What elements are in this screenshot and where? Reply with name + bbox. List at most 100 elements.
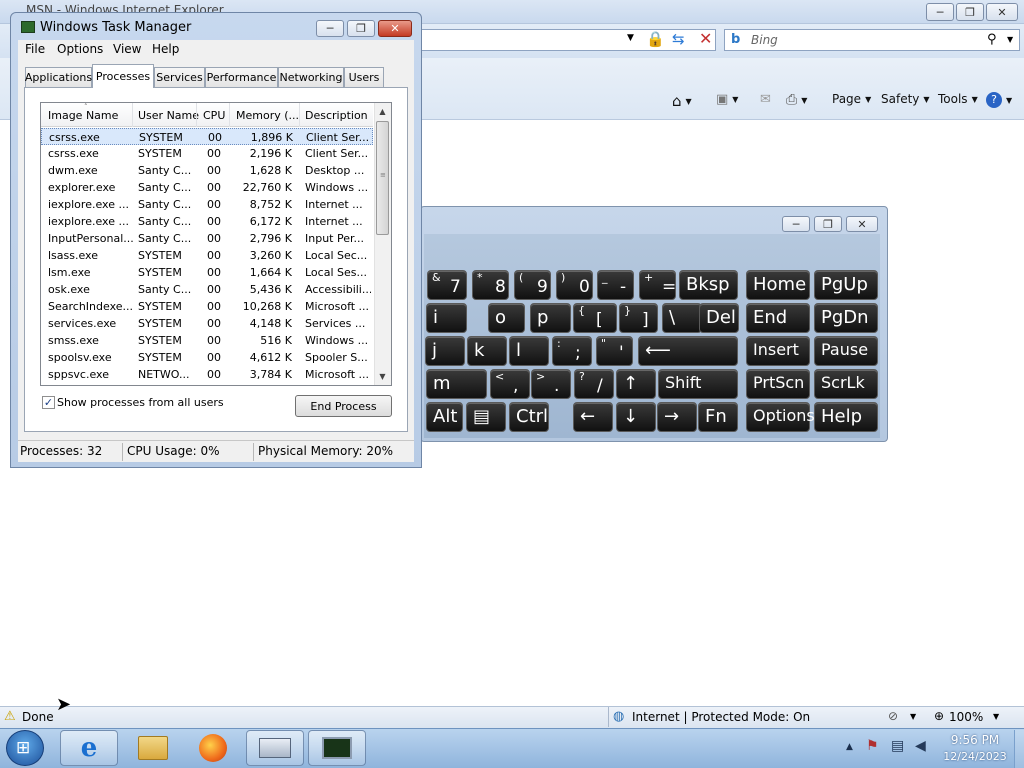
osk-key[interactable]: ← [573, 402, 613, 432]
osk-key[interactable]: >. [531, 369, 571, 399]
osk-key[interactable]: PgUp [814, 270, 878, 300]
table-row[interactable]: dwm.exe Santy C... 00 1,628 K Desktop ... [41, 162, 373, 179]
osk-key[interactable]: m [426, 369, 487, 399]
osk-key[interactable]: End [746, 303, 810, 333]
table-row[interactable]: iexplore.exe ... Santy C... 00 8,752 K Inter… [41, 196, 373, 213]
table-row[interactable]: csrss.exe SYSTEM 00 2,196 K Client Ser... [41, 145, 373, 162]
help-menu[interactable]: ? ▼ [986, 92, 1012, 108]
osk-key[interactable]: Shift [658, 369, 738, 399]
osk-key[interactable]: Del [699, 303, 739, 333]
menu-help[interactable]: Help [152, 42, 179, 56]
osk-key[interactable]: Bksp [679, 270, 738, 300]
table-row[interactable]: services.exe SYSTEM 00 4,148 K Services ... [41, 315, 373, 332]
osk-key[interactable]: :; [552, 336, 592, 366]
table-row[interactable]: explorer.exe Santy C... 00 22,760 K Windows … [41, 179, 373, 196]
table-row[interactable]: InputPersonal... Santy C... 00 2,796 K Input… [41, 230, 373, 247]
clock-date[interactable]: 12/24/2023 [940, 750, 1010, 763]
taskbar-firefox[interactable] [184, 730, 242, 766]
osk-key[interactable]: Help [814, 402, 878, 432]
show-hidden-icons-icon[interactable]: ▲ [846, 742, 853, 752]
search-icon[interactable]: ⚲ [987, 32, 997, 47]
scroll-up-icon[interactable]: ▲ [374, 103, 391, 120]
osk-key[interactable]: ▤ [466, 402, 506, 432]
osk-key[interactable]: Fn [698, 402, 738, 432]
clock-time[interactable]: 9:56 PM [940, 733, 1010, 747]
zoom-dropdown-icon[interactable]: ▼ [993, 712, 999, 721]
zone-text[interactable]: Internet | Protected Mode: On [632, 710, 810, 724]
stop-icon[interactable]: ✕ [699, 29, 712, 48]
tab-performance[interactable]: Performance [205, 67, 278, 87]
column-description[interactable]: Description [305, 109, 368, 122]
osk-key[interactable]: p [530, 303, 571, 333]
home-button[interactable]: ⌂ ▼ [672, 92, 692, 110]
osk-maximize-button[interactable]: ❐ [814, 216, 842, 232]
column-memory[interactable]: Memory (... [236, 109, 299, 122]
osk-key[interactable]: " ' [596, 336, 633, 366]
table-row[interactable]: iexplore.exe ... Santy C... 00 6,172 K Inter… [41, 213, 373, 230]
tm-maximize-button[interactable]: ❐ [347, 20, 375, 37]
feeds-button[interactable]: ▣ ▼ [716, 92, 738, 107]
refresh-icon[interactable]: ⇆ [672, 30, 685, 48]
column-divider[interactable] [299, 103, 300, 127]
start-button[interactable]: ⊞ [6, 730, 44, 766]
network-icon[interactable]: ▤ [891, 738, 904, 754]
osk-key[interactable]: Pause [814, 336, 878, 366]
osk-close-button[interactable]: ✕ [846, 216, 878, 232]
protected-mode-icon[interactable]: ⊘ [888, 709, 898, 723]
menu-options[interactable]: Options [57, 42, 103, 56]
osk-key[interactable]: + = [639, 270, 676, 300]
osk-key[interactable]: }] [619, 303, 658, 333]
zoom-level[interactable]: 100% [949, 710, 983, 724]
osk-key[interactable]: l [509, 336, 549, 366]
print-button[interactable]: ⎙ ▼ [786, 92, 807, 108]
osk-key[interactable]: Ctrl [509, 402, 549, 432]
scroll-down-icon[interactable]: ▼ [374, 368, 391, 385]
chevron-down-icon[interactable]: ▼ [910, 712, 916, 721]
osk-key[interactable]: o [488, 303, 525, 333]
osk-key[interactable]: _ - [597, 270, 634, 300]
address-dropdown-icon[interactable]: ▼ [627, 33, 634, 43]
osk-key[interactable]: Alt [426, 402, 463, 432]
volume-icon[interactable]: ◀ [915, 738, 926, 754]
osk-key[interactable]: & 7 [427, 270, 467, 300]
osk-key[interactable]: → [657, 402, 697, 432]
osk-key[interactable]: ? / [574, 369, 614, 399]
table-row[interactable]: smss.exe SYSTEM 00 516 K Windows ... [41, 332, 373, 349]
osk-key[interactable]: ↑ [616, 369, 656, 399]
lock-icon[interactable]: 🔒 [646, 30, 665, 48]
osk-key[interactable]: Home [746, 270, 810, 300]
column-cpu[interactable]: CPU [203, 109, 225, 122]
osk-key[interactable]: ) 0 [556, 270, 593, 300]
osk-key[interactable]: (9 [514, 270, 551, 300]
osk-key[interactable]: PgDn [814, 303, 878, 333]
osk-minimize-button[interactable]: ─ [782, 216, 810, 232]
action-center-icon[interactable]: ⚑ [866, 738, 879, 754]
osk-key[interactable]: k [467, 336, 507, 366]
tab-services[interactable]: Services [154, 67, 205, 87]
column-user-name[interactable]: User Name [138, 109, 199, 122]
taskbar-task-manager[interactable] [308, 730, 366, 766]
tab-processes[interactable]: Processes [92, 64, 154, 88]
osk-key[interactable]: j [425, 336, 465, 366]
tm-minimize-button[interactable]: ─ [316, 20, 344, 37]
show-desktop-button[interactable] [1014, 730, 1024, 768]
osk-key[interactable]: Options [746, 402, 815, 432]
table-row[interactable]: spoolsv.exe SYSTEM 00 4,612 K Spooler S... [41, 349, 373, 366]
taskbar-osk[interactable] [246, 730, 304, 766]
tab-applications[interactable]: Applications [25, 67, 92, 87]
osk-key[interactable]: Insert [746, 336, 810, 366]
table-row[interactable]: csrss.exe SYSTEM 00 1,896 K Client Ser... [41, 128, 373, 145]
ie-minimize-button[interactable]: ─ [926, 3, 954, 21]
tab-networking[interactable]: Networking [278, 67, 344, 87]
show-all-users-checkbox[interactable]: ✓ [42, 396, 55, 409]
osk-key[interactable]: PrtScn [746, 369, 810, 399]
safety-menu[interactable]: Safety ▼ [881, 92, 930, 106]
osk-key[interactable]: * 8 [472, 270, 509, 300]
ie-maximize-button[interactable]: ❐ [956, 3, 984, 21]
table-row[interactable]: lsm.exe SYSTEM 00 1,664 K Local Ses... [41, 264, 373, 281]
tm-close-button[interactable]: ✕ [378, 20, 412, 37]
ie-close-button[interactable]: ✕ [986, 3, 1018, 21]
column-divider[interactable] [132, 103, 133, 127]
menu-file[interactable]: File [25, 42, 45, 56]
menu-view[interactable]: View [113, 42, 141, 56]
